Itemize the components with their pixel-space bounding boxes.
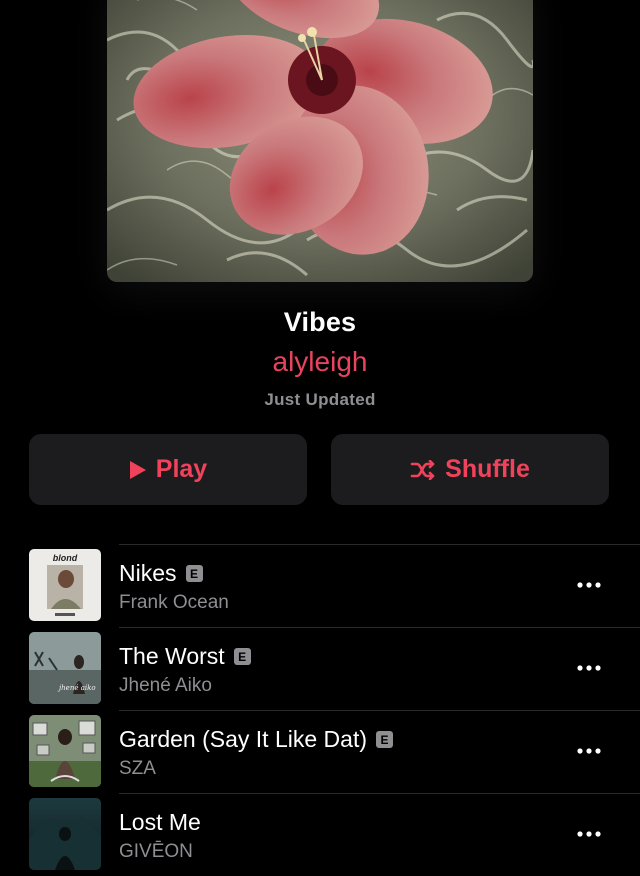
song-title-row: The Worst E [119, 643, 251, 670]
more-icon [577, 582, 601, 588]
shuffle-button[interactable]: Shuffle [331, 434, 609, 505]
more-options-button[interactable] [572, 819, 606, 849]
more-icon [577, 831, 601, 837]
song-title: Garden (Say It Like Dat) [119, 726, 367, 752]
song-title-row: Garden (Say It Like Dat) E [119, 726, 393, 753]
playlist-status: Just Updated [264, 390, 376, 409]
album-art: jhené aiko [29, 632, 101, 704]
album-art [29, 798, 101, 870]
song-artist: SZA [119, 758, 156, 779]
play-icon [129, 460, 147, 480]
explicit-badge: E [185, 565, 203, 582]
shuffle-icon [410, 459, 436, 480]
row-divider [119, 710, 640, 711]
row-divider [119, 793, 640, 794]
more-options-button[interactable] [572, 570, 606, 600]
more-icon [577, 665, 601, 671]
song-title-row: Nikes E [119, 560, 203, 587]
explicit-badge: E [233, 648, 251, 665]
song-row[interactable]: Garden (Say It Like Dat) E SZA [0, 710, 640, 793]
explicit-badge: E [376, 731, 393, 748]
song-title: Lost Me [119, 809, 201, 835]
playlist-title: Vibes [283, 307, 357, 337]
song-artist: GIVĒON [119, 841, 193, 862]
song-title-row: Lost Me [119, 809, 201, 836]
play-button-label: Play [155, 455, 208, 483]
more-options-button[interactable] [572, 653, 606, 683]
song-row[interactable]: blond Nikes E Frank Ocean [0, 544, 640, 627]
more-options-button[interactable] [572, 736, 606, 766]
album-art [29, 715, 101, 787]
song-list: blond Nikes E Frank Ocean jhené aiko The… [0, 544, 640, 876]
play-button[interactable]: Play [29, 434, 307, 505]
song-artist: Jhené Aiko [119, 675, 212, 696]
more-icon [577, 748, 601, 754]
album-art: blond [29, 549, 101, 621]
svg-text:jhené aiko: jhené aiko [57, 684, 96, 692]
playlist-artwork [107, 0, 533, 282]
album-art-text: blond [53, 553, 78, 563]
song-artist: Frank Ocean [119, 592, 229, 613]
row-divider [119, 627, 640, 628]
song-title: Nikes [119, 560, 177, 586]
shuffle-button-label: Shuffle [445, 455, 530, 483]
song-row[interactable]: Lost Me GIVĒON [0, 793, 640, 876]
song-row[interactable]: jhené aiko The Worst E Jhené Aiko [0, 627, 640, 710]
playlist-curator-link[interactable]: alyleigh [0, 346, 640, 378]
song-title: The Worst [119, 643, 225, 669]
row-divider [119, 544, 640, 545]
